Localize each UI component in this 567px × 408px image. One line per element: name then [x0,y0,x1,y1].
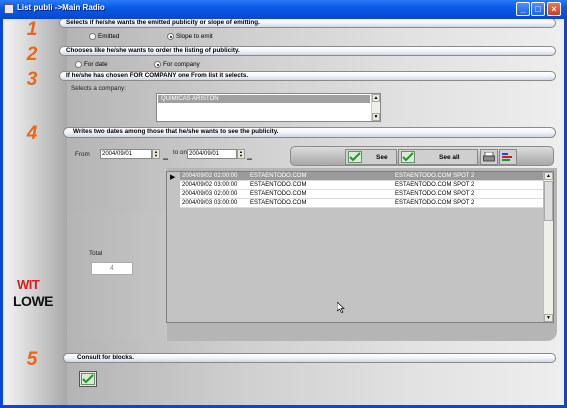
row-date: 2004/09/03 [182,191,213,197]
window-title: List publi ->Main Radio [17,3,105,12]
current-row-icon: ▶ [170,174,176,181]
table-row[interactable]: 2004/09/03 02:00:00 ESTAENTODO.COM ESTAE… [180,190,544,199]
radio-slope-to-emit-label: Slope to emit [176,33,213,40]
logo-lowe: LOWE [13,293,54,309]
company-list-scrollbar[interactable]: ▲ ▼ [371,94,380,121]
check-icon [81,373,95,385]
table-row[interactable]: 2004/09/02 03:00:00 ESTAENTODO.COM ESTAE… [180,181,544,190]
radio-emitted-label: Emitted [98,33,120,40]
check-icon [348,151,362,163]
scroll-up-icon[interactable]: ▲ [372,94,380,102]
company-select-label: Selects a company: [71,85,126,92]
section5-header-bar [63,353,556,363]
row-spot: ESTAENTODO.COM SPOT 2 [395,191,475,197]
total-field: 4 [91,262,133,275]
step-number-2: 2 [26,44,38,65]
radio-for-company[interactable] [154,61,161,68]
radio-slope-to-emit[interactable] [167,33,174,40]
mouse-cursor-icon [337,302,345,313]
radio-for-company-label: For company [163,61,200,68]
see-all-button-label: See all [439,154,460,161]
scroll-up-icon[interactable]: ▲ [544,172,553,180]
row-time: 02:00:00 [214,173,238,179]
export-icon [502,153,512,161]
step-number-4: 4 [26,123,38,144]
total-label: Total [89,250,103,257]
table-row[interactable]: 2004/09/03 03:00:00 ESTAENTODO.COM ESTAE… [180,199,544,208]
scroll-down-icon[interactable]: ▼ [372,113,380,121]
row-spot: ESTAENTODO.COM SPOT 2 [395,200,475,206]
radio-emitted[interactable] [89,33,96,40]
step-number-1: 1 [26,19,38,40]
row-site: ESTAENTODO.COM [250,182,307,188]
row-site: ESTAENTODO.COM [250,191,307,197]
see-button-label: See [376,154,388,161]
title-bar[interactable]: List publi ->Main Radio _ □ × [0,0,567,19]
client-area: 1 2 3 4 5 WIT LOWE Selects if he/she wan… [3,19,564,405]
section2-header: Chooses like he/she wants to order the l… [66,47,240,54]
from-dropdown-icon[interactable]: ▁ [163,153,168,160]
maximize-button[interactable]: □ [531,2,545,16]
scroll-thumb[interactable] [544,181,553,221]
step-number-3: 3 [26,69,38,90]
printer-icon [483,152,495,162]
consult-blocks-button[interactable] [79,371,97,387]
row-site: ESTAENTODO.COM [250,173,307,179]
row-date: 2004/09/03 [182,200,213,206]
to-date-input[interactable]: 2004/09/01 [187,149,237,159]
row-date: 2004/09/02 [182,182,213,188]
step-number-5: 5 [26,349,38,370]
row-spot: ESTAENTODO.COM SPOT 2 [395,173,475,179]
row-site: ESTAENTODO.COM [250,200,307,206]
minimize-button[interactable]: _ [516,2,530,16]
radio-for-date[interactable] [75,61,82,68]
check-icon [401,151,415,163]
row-time: 03:00:00 [214,200,238,206]
row-time: 03:00:00 [214,182,238,188]
from-date-input[interactable]: 2004/09/01 [100,149,152,159]
section4-header: Writes two dates among those that he/she… [73,128,279,135]
row-date: 2004/09/02 [182,173,213,179]
from-date-spinner[interactable]: ▲ ▼ [152,149,160,159]
section3-header: If he/she has chosen FOR COMPANY one Fro… [66,72,249,79]
scroll-down-icon[interactable]: ▼ [544,314,553,322]
section5-header: Consult for blocks. [77,354,135,361]
grid-scrollbar[interactable]: ▲ ▼ [543,172,553,322]
row-time: 02:00:00 [214,191,238,197]
row-indicator-column: ▶ [167,172,180,322]
company-list-item[interactable]: QUIMICAS ARISTON [158,95,370,103]
application-window: List publi ->Main Radio _ □ × 1 2 3 4 5 … [0,0,567,408]
logo-wit: WIT [17,277,40,292]
row-spot: ESTAENTODO.COM SPOT 2 [395,182,475,188]
close-button[interactable]: × [547,2,561,16]
app-icon [4,4,14,14]
company-listbox[interactable]: QUIMICAS ARISTON ▲ ▼ [156,93,381,122]
results-summary [69,211,167,341]
table-row[interactable]: 2004/09/02 02:00:00 ESTAENTODO.COM ESTAE… [180,172,544,181]
to-dropdown-icon[interactable]: ▁ [247,153,252,160]
from-label: From [75,151,90,158]
section1-header: Selects if he/she wants the emitted publ… [66,19,260,26]
left-sidebar: 1 2 3 4 5 WIT LOWE [3,19,67,405]
radio-for-date-label: For date [84,61,108,68]
results-grid[interactable]: ▶ 2004/09/02 02:00:00 ESTAENTODO.COM EST… [166,171,554,323]
to-date-spinner[interactable]: ▲ ▼ [237,149,245,159]
